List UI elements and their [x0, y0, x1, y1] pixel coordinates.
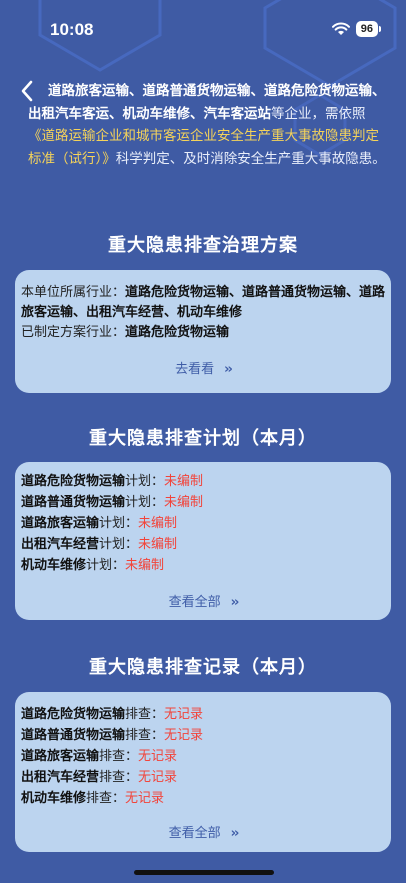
intro-paragraph: 道路旅客运输、道路普通货物运输、道路危险货物运输、出租汽车客运、机动车维修、汽车…: [28, 80, 388, 170]
item-name: 机动车维修: [21, 558, 87, 573]
plan-card: 本单位所属行业：道路危险货物运输、道路普通货物运输、道路旅客运输、出租汽车经营、…: [15, 270, 391, 393]
item-status: 无记录: [138, 770, 178, 785]
item-status: 未编制: [138, 516, 178, 531]
plan-more-button[interactable]: 去看看 ››: [15, 358, 391, 377]
list-item[interactable]: 道路普通货物运输排查：无记录: [15, 725, 391, 746]
intro-text-1: 等企业，需依照: [271, 105, 366, 122]
record-list: 道路危险货物运输排查：无记录 道路普通货物运输排查：无记录 道路旅客运输排查：无记录…: [15, 704, 391, 809]
wifi-icon: [331, 22, 350, 35]
made-value: 道路危险货物运输: [125, 325, 230, 340]
industry-label: 本单位所属行业：: [21, 285, 126, 300]
item-status: 无记录: [164, 707, 204, 722]
item-name: 出租汽车经营: [21, 770, 100, 785]
item-name: 道路普通货物运输: [21, 728, 126, 743]
record-card: 道路危险货物运输排查：无记录 道路普通货物运输排查：无记录 道路旅客运输排查：无记录…: [15, 692, 391, 852]
item-suffix: 排查：: [86, 791, 126, 806]
item-status: 无记录: [125, 791, 165, 806]
item-name: 道路普通货物运输: [21, 495, 126, 510]
home-indicator: [134, 870, 274, 875]
list-item[interactable]: 道路危险货物运输计划：未编制: [15, 471, 391, 492]
double-chevron-right-icon: ››: [230, 595, 240, 610]
made-row: 已制定方案行业：道路危险货物运输: [15, 323, 391, 343]
schedule-list: 道路危险货物运输计划：未编制 道路普通货物运输计划：未编制 道路旅客运输计划：未编制…: [15, 471, 391, 576]
item-status: 未编制: [164, 474, 204, 489]
schedule-card: 道路危险货物运输计划：未编制 道路普通货物运输计划：未编制 道路旅客运输计划：未编制…: [15, 462, 391, 620]
item-suffix: 排查：: [99, 770, 139, 785]
list-item[interactable]: 出租汽车经营计划：未编制: [15, 534, 391, 555]
list-item[interactable]: 机动车维修排查：无记录: [15, 788, 391, 809]
list-item[interactable]: 机动车维修计划：未编制: [15, 555, 391, 576]
item-suffix: 排查：: [99, 749, 139, 764]
item-status: 无记录: [138, 749, 178, 764]
list-item[interactable]: 道路旅客运输排查：无记录: [15, 746, 391, 767]
status-time: 10:08: [50, 20, 94, 39]
item-suffix: 计划：: [99, 537, 139, 552]
list-item[interactable]: 道路普通货物运输计划：未编制: [15, 492, 391, 513]
list-item[interactable]: 出租汽车经营排查：无记录: [15, 767, 391, 788]
record-section-title: 重大隐患排查记录（本月）: [89, 657, 317, 678]
item-name: 道路旅客运输: [21, 516, 100, 531]
plan-more-label: 去看看: [175, 362, 215, 377]
item-status: 未编制: [125, 558, 165, 573]
item-name: 道路危险货物运输: [21, 474, 126, 489]
status-icons: 96: [331, 21, 382, 37]
item-name: 机动车维修: [21, 791, 87, 806]
item-name: 道路危险货物运输: [21, 707, 126, 722]
schedule-more-label: 查看全部: [168, 595, 221, 610]
schedule-section-title: 重大隐患排查计划（本月）: [89, 428, 317, 449]
item-status: 未编制: [164, 495, 204, 510]
list-item[interactable]: 道路旅客运输计划：未编制: [15, 513, 391, 534]
schedule-more-button[interactable]: 查看全部 ››: [15, 591, 391, 610]
item-suffix: 计划：: [125, 474, 165, 489]
plan-section-title: 重大隐患排查治理方案: [108, 235, 298, 256]
intro-text-2: 科学判定、及时消除安全生产重大事故隐患。: [115, 150, 386, 167]
list-item[interactable]: 道路危险货物运输排查：无记录: [15, 704, 391, 725]
double-chevron-right-icon: ››: [224, 362, 233, 377]
item-suffix: 计划：: [99, 516, 139, 531]
item-status: 未编制: [138, 537, 178, 552]
item-name: 出租汽车经营: [21, 537, 100, 552]
item-suffix: 计划：: [125, 495, 165, 510]
item-suffix: 排查：: [125, 707, 165, 722]
made-label: 已制定方案行业：: [21, 325, 126, 340]
record-more-button[interactable]: 查看全部 ››: [15, 822, 391, 841]
record-more-label: 查看全部: [168, 826, 221, 841]
double-chevron-right-icon: ››: [230, 826, 240, 841]
industry-row: 本单位所属行业：道路危险货物运输、道路普通货物运输、道路旅客运输、出租汽车经营、…: [15, 283, 391, 323]
battery-icon: 96: [355, 21, 382, 37]
item-suffix: 排查：: [125, 728, 165, 743]
item-status: 无记录: [164, 728, 204, 743]
item-suffix: 计划：: [86, 558, 126, 573]
status-bar: 10:08 96: [0, 0, 406, 56]
item-name: 道路旅客运输: [21, 749, 100, 764]
